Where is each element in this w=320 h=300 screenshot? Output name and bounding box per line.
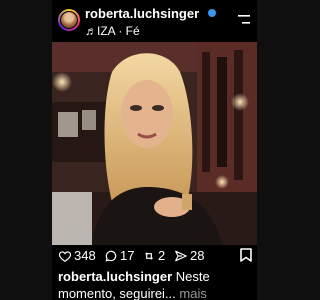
instagram-post: roberta.luchsinger ♬IZA · Fé 348 17 2 28… bbox=[52, 0, 257, 300]
comments-count: 17 bbox=[120, 248, 135, 263]
caption-text-line1: Neste bbox=[175, 269, 210, 284]
post-actions: 348 17 2 28 bbox=[52, 248, 257, 266]
like-action[interactable]: 348 bbox=[58, 248, 96, 263]
username-link[interactable]: roberta.luchsinger bbox=[85, 6, 199, 21]
likes-count: 348 bbox=[74, 248, 96, 263]
comment-action[interactable]: 17 bbox=[104, 248, 134, 263]
avatar-image bbox=[61, 12, 77, 28]
heart-icon bbox=[58, 250, 72, 262]
profile-avatar[interactable] bbox=[58, 9, 80, 31]
caption-text-line2: momento, seguirei... bbox=[58, 286, 176, 300]
reposts-count: 2 bbox=[158, 248, 166, 263]
left-background-panel bbox=[0, 0, 52, 300]
send-icon bbox=[175, 250, 187, 261]
photo-illustration bbox=[52, 42, 257, 245]
post-header: roberta.luchsinger ♬IZA · Fé bbox=[52, 0, 257, 42]
share-action[interactable]: 28 bbox=[174, 248, 204, 263]
post-photo[interactable] bbox=[52, 42, 257, 245]
comment-icon bbox=[105, 250, 117, 262]
caption-more-link[interactable]: mais bbox=[179, 286, 206, 300]
menu-icon[interactable] bbox=[238, 15, 250, 25]
shares-count: 28 bbox=[190, 248, 205, 263]
music-link[interactable]: ♬IZA · Fé bbox=[85, 24, 140, 38]
right-background-panel bbox=[268, 0, 320, 300]
post-caption: roberta.luchsinger Neste momento, seguir… bbox=[58, 268, 254, 300]
repost-icon bbox=[145, 251, 153, 260]
bookmark-icon[interactable] bbox=[240, 248, 252, 262]
verified-badge bbox=[208, 9, 216, 17]
caption-username[interactable]: roberta.luchsinger bbox=[58, 269, 172, 284]
repost-action[interactable]: 2 bbox=[142, 248, 165, 263]
